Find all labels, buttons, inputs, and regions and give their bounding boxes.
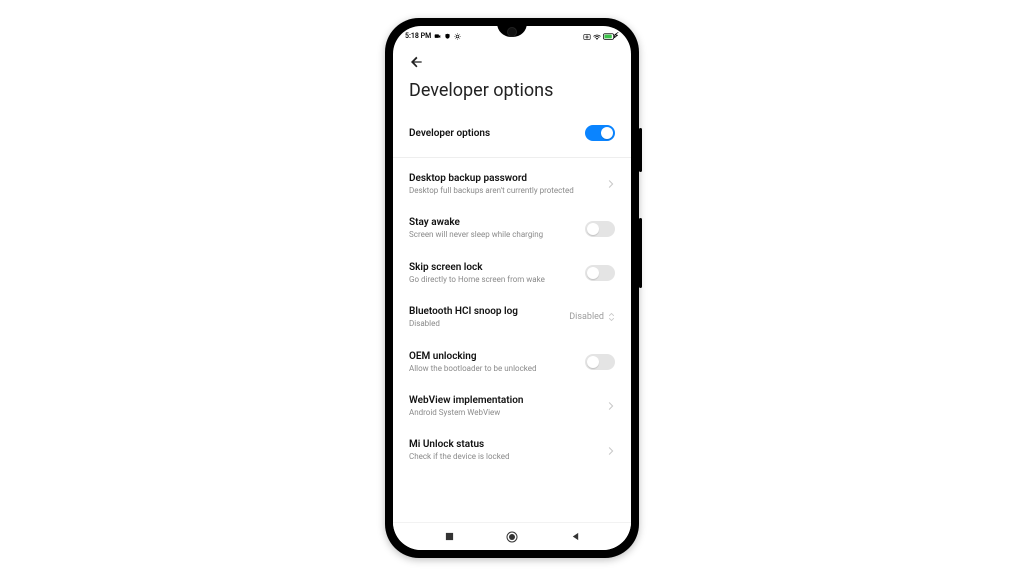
divider	[393, 157, 631, 158]
row-label: OEM unlocking	[409, 350, 577, 363]
recents-button[interactable]	[442, 530, 456, 544]
row-sublabel: Check if the device is locked	[409, 452, 599, 462]
oem-unlocking-toggle[interactable]	[585, 354, 615, 370]
stay-awake-row[interactable]: Stay awake Screen will never sleep while…	[409, 206, 615, 250]
navigation-bar	[393, 522, 631, 550]
circle-icon	[506, 531, 518, 543]
select-value: Disabled	[569, 312, 604, 322]
camera-square-icon	[583, 33, 590, 40]
row-sublabel: Desktop full backups aren't currently pr…	[409, 186, 599, 196]
phone-frame: 5:18 PM	[385, 18, 639, 558]
chevron-right-icon	[607, 447, 615, 455]
row-sublabel: Go directly to Home screen from wake	[409, 275, 577, 285]
battery-icon	[603, 33, 610, 40]
skip-screen-lock-toggle[interactable]	[585, 265, 615, 281]
stay-awake-toggle[interactable]	[585, 221, 615, 237]
sun-icon	[454, 33, 461, 40]
settings-content[interactable]: Developer options Developer options Desk…	[393, 44, 631, 522]
row-sublabel: Disabled	[409, 319, 561, 329]
desktop-backup-password-row[interactable]: Desktop backup password Desktop full bac…	[409, 162, 615, 206]
row-label: Skip screen lock	[409, 261, 577, 274]
row-label: Stay awake	[409, 216, 577, 229]
sort-icon	[608, 312, 615, 322]
triangle-left-icon	[571, 532, 580, 541]
chevron-right-icon	[607, 402, 615, 410]
chevron-right-icon	[607, 180, 615, 188]
back-nav-button[interactable]	[568, 530, 582, 544]
status-time: 5:18 PM	[405, 32, 431, 40]
select-indicator[interactable]: Disabled	[569, 312, 615, 322]
mi-unlock-status-row[interactable]: Mi Unlock status Check if the device is …	[409, 428, 615, 472]
row-label: Bluetooth HCI snoop log	[409, 305, 561, 318]
wifi-icon	[593, 33, 600, 40]
row-sublabel: Screen will never sleep while charging	[409, 230, 577, 240]
row-sublabel: Allow the bootloader to be unlocked	[409, 364, 577, 374]
row-label: WebView implementation	[409, 394, 599, 407]
developer-options-toggle-row[interactable]: Developer options	[409, 115, 615, 151]
square-icon	[445, 532, 454, 541]
camera-icon	[434, 33, 441, 40]
row-label: Desktop backup password	[409, 172, 599, 185]
charging-icon: ⚡︎	[613, 32, 619, 40]
skip-screen-lock-row[interactable]: Skip screen lock Go directly to Home scr…	[409, 251, 615, 295]
row-label: Mi Unlock status	[409, 438, 599, 451]
oem-unlocking-row[interactable]: OEM unlocking Allow the bootloader to be…	[409, 340, 615, 384]
developer-options-toggle[interactable]	[585, 125, 615, 141]
webview-implementation-row[interactable]: WebView implementation Android System We…	[409, 384, 615, 428]
row-sublabel: Android System WebView	[409, 408, 599, 418]
shield-icon	[444, 33, 451, 40]
page-title: Developer options	[409, 80, 615, 115]
home-button[interactable]	[505, 530, 519, 544]
back-button[interactable]	[409, 44, 615, 80]
screen: 5:18 PM	[393, 26, 631, 550]
arrow-left-icon	[409, 54, 425, 70]
row-label: Developer options	[409, 127, 577, 140]
bluetooth-hci-row[interactable]: Bluetooth HCI snoop log Disabled Disable…	[409, 295, 615, 339]
